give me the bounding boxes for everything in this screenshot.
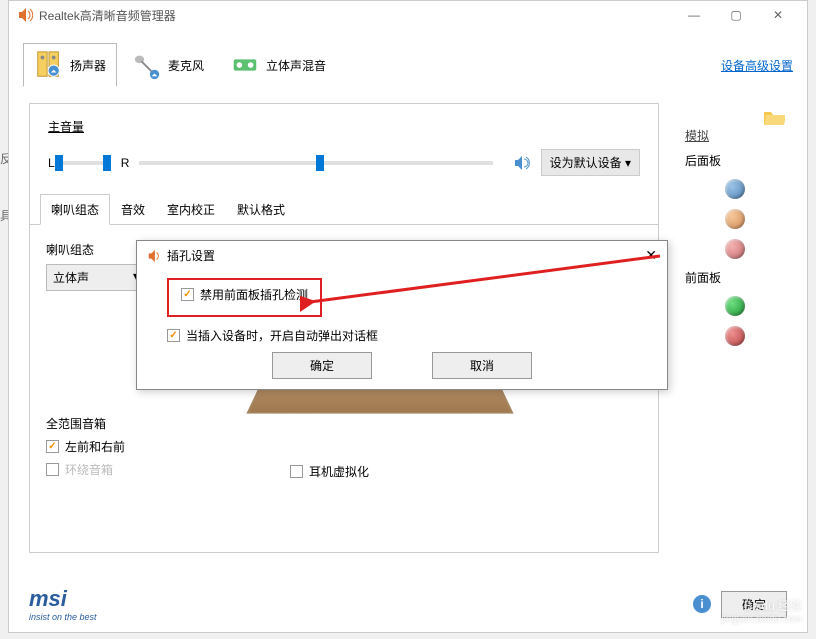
balance-slider[interactable] xyxy=(55,161,111,165)
jack-pink[interactable] xyxy=(725,239,745,259)
headphone-virtualization[interactable]: 耳机虚拟化 xyxy=(290,463,369,480)
speaker-icon xyxy=(147,249,161,263)
titlebar: Realtek高清晰音频管理器 — ▢ ✕ xyxy=(9,1,807,29)
dialog-ok-button[interactable]: 确定 xyxy=(272,352,372,379)
mute-icon[interactable] xyxy=(513,154,531,172)
advanced-settings-link[interactable]: 设备高级设置 xyxy=(721,57,793,74)
folder-icon[interactable] xyxy=(763,109,785,127)
window-title: Realtek高清晰音频管理器 xyxy=(39,7,673,24)
subtab-fx[interactable]: 音效 xyxy=(110,194,156,225)
chevron-down-icon: ▾ xyxy=(625,156,631,170)
checkbox-auto-popup[interactable] xyxy=(167,329,180,342)
dialog-title: 插孔设置 xyxy=(167,247,215,264)
volume-slider[interactable] xyxy=(139,161,492,165)
dialog-cancel-button[interactable]: 取消 xyxy=(432,352,532,379)
volume-label: 主音量 xyxy=(48,118,84,135)
jack-panel: 模拟 后面板 前面板 xyxy=(685,127,785,356)
checkbox-headphone-virt[interactable] xyxy=(290,465,303,478)
checkbox-lr[interactable] xyxy=(46,440,59,453)
group-label: 全范围音箱 xyxy=(46,415,125,432)
checkbox-label: 左前和右前 xyxy=(65,438,125,455)
tab-label: 麦克风 xyxy=(168,57,204,74)
msi-tagline: insist on the best xyxy=(29,612,97,622)
jack-blue[interactable] xyxy=(725,179,745,199)
analog-label: 模拟 xyxy=(685,127,785,144)
tab-speakers[interactable]: 扬声器 xyxy=(23,43,117,87)
checkbox-label: 环绕音箱 xyxy=(65,461,113,478)
jack-orange[interactable] xyxy=(725,209,745,229)
minimize-button[interactable]: — xyxy=(673,1,715,29)
rear-panel-label: 后面板 xyxy=(685,152,785,169)
checkbox-label: 当插入设备时，开启自动弹出对话框 xyxy=(186,327,378,344)
close-button[interactable]: ✕ xyxy=(757,1,799,29)
mic-icon xyxy=(132,50,162,80)
tab-mic[interactable]: 麦克风 xyxy=(121,43,215,87)
checkbox-label: 耳机虚拟化 xyxy=(309,463,369,480)
subtab-config[interactable]: 喇叭组态 xyxy=(40,194,110,225)
checkbox-label: 禁用前面板插孔检测 xyxy=(200,286,308,303)
checkbox-disable-detect[interactable] xyxy=(181,288,194,301)
right-label: R xyxy=(121,156,130,170)
front-panel-label: 前面板 xyxy=(685,269,785,286)
config-select[interactable]: 立体声▾ xyxy=(46,264,146,291)
info-icon[interactable]: i xyxy=(693,595,711,613)
speaker-icon xyxy=(17,7,33,23)
checkbox-surround xyxy=(46,463,59,476)
jack-green[interactable] xyxy=(725,296,745,316)
msi-logo: msi xyxy=(29,586,97,612)
dialog-close-button[interactable]: ✕ xyxy=(645,247,657,264)
jack-red[interactable] xyxy=(725,326,745,346)
stereo-mix-icon xyxy=(230,50,260,80)
set-default-button[interactable]: 设为默认设备 ▾ xyxy=(541,149,640,176)
tab-stereo-mix[interactable]: 立体声混音 xyxy=(219,43,337,87)
maximize-button[interactable]: ▢ xyxy=(715,1,757,29)
jack-settings-dialog: 插孔设置 ✕ 禁用前面板插孔检测 当插入设备时，开启自动弹出对话框 确定 取消 xyxy=(136,240,668,390)
highlight-box: 禁用前面板插孔检测 xyxy=(167,278,322,317)
speakers-icon xyxy=(34,50,64,80)
tab-label: 立体声混音 xyxy=(266,57,326,74)
watermark: Baidu 经验 jingyan.baidu.com xyxy=(721,597,802,625)
left-label: L xyxy=(48,156,55,170)
tab-label: 扬声器 xyxy=(70,57,106,74)
full-range-group: 全范围音箱 左前和右前 环绕音箱 xyxy=(46,415,125,484)
